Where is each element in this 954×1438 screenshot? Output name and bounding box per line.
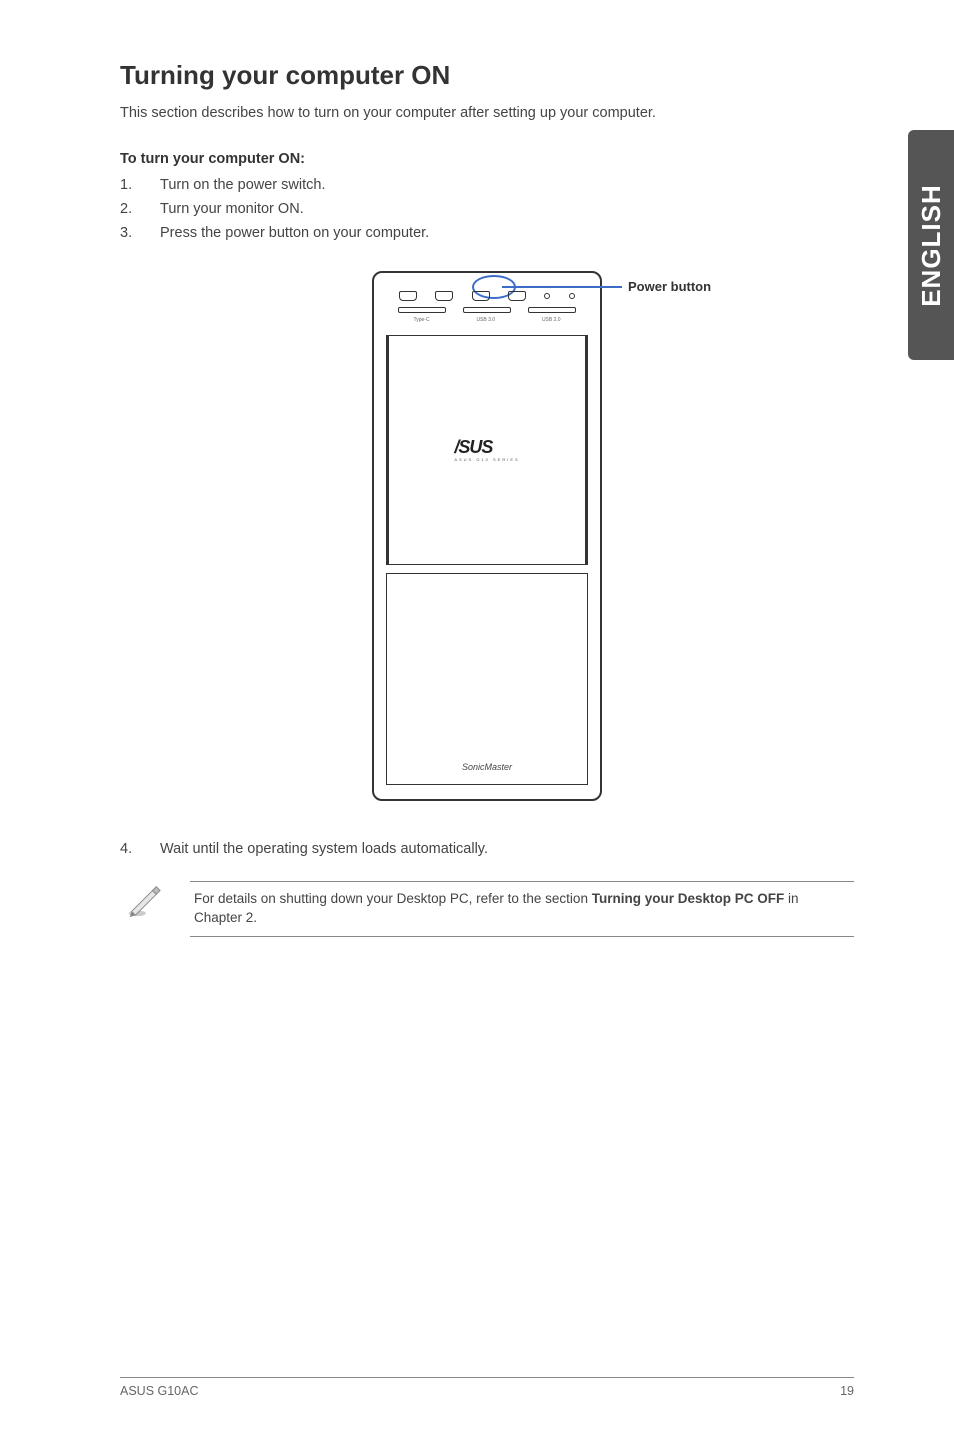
- footer-page-number: 19: [840, 1384, 854, 1398]
- note-prefix: For details on shutting down your Deskto…: [194, 891, 592, 906]
- usb-port-icon: [472, 291, 490, 301]
- usb-port-icon: [399, 291, 417, 301]
- card-slot-icon: [398, 307, 446, 313]
- port-label: Type-C: [413, 317, 429, 323]
- callout-label: Power button: [628, 279, 711, 294]
- procedure-steps: 1.Turn on the power switch. 2.Turn your …: [120, 177, 854, 241]
- step-item: 3.Press the power button on your compute…: [120, 225, 854, 241]
- step-text: Wait until the operating system loads au…: [160, 841, 488, 857]
- intro-text: This section describes how to turn on yo…: [120, 105, 854, 121]
- step-number: 2.: [120, 201, 160, 217]
- port-label: USB 2.0: [542, 317, 561, 323]
- step-number: 4.: [120, 841, 160, 857]
- tower-front-panel: /SUS ASUS G10 SERIES: [386, 335, 588, 565]
- sonicmaster-label: SonicMaster: [462, 762, 512, 772]
- step-item: 1.Turn on the power switch.: [120, 177, 854, 193]
- step-number: 1.: [120, 177, 160, 193]
- step-text: Press the power button on your computer.: [160, 225, 429, 241]
- page-title: Turning your computer ON: [120, 60, 854, 91]
- procedure-heading: To turn your computer ON:: [120, 151, 854, 167]
- tower-bottom-panel: SonicMaster: [386, 573, 588, 785]
- step-text: Turn on the power switch.: [160, 177, 325, 193]
- language-tab: ENGLISH: [908, 130, 954, 360]
- pencil-note-icon: [124, 881, 162, 919]
- card-slot-icon: [528, 307, 576, 313]
- asus-logo: /SUS: [454, 438, 519, 456]
- language-tab-label: ENGLISH: [916, 184, 947, 307]
- note-text: For details on shutting down your Deskto…: [190, 881, 854, 937]
- step-item: 2.Turn your monitor ON.: [120, 201, 854, 217]
- callout-line-icon: [502, 286, 622, 288]
- computer-figure: Type-C USB 3.0 USB 2.0 /SUS ASUS G10 SER…: [120, 271, 854, 801]
- page-footer: ASUS G10AC 19: [120, 1377, 854, 1398]
- port-label: USB 3.0: [476, 317, 495, 323]
- step-number: 3.: [120, 225, 160, 241]
- asus-logo-subtitle: ASUS G10 SERIES: [454, 457, 519, 462]
- usb-port-icon: [435, 291, 453, 301]
- step-text: Turn your monitor ON.: [160, 201, 304, 217]
- note-bold: Turning your Desktop PC OFF: [592, 891, 785, 906]
- power-button-callout: Power button: [502, 279, 711, 294]
- note-block: For details on shutting down your Deskto…: [120, 881, 854, 937]
- card-slot-icon: [463, 307, 511, 313]
- footer-model: ASUS G10AC: [120, 1384, 199, 1398]
- desktop-tower-illustration: Type-C USB 3.0 USB 2.0 /SUS ASUS G10 SER…: [372, 271, 602, 801]
- step-item: 4. Wait until the operating system loads…: [120, 841, 854, 857]
